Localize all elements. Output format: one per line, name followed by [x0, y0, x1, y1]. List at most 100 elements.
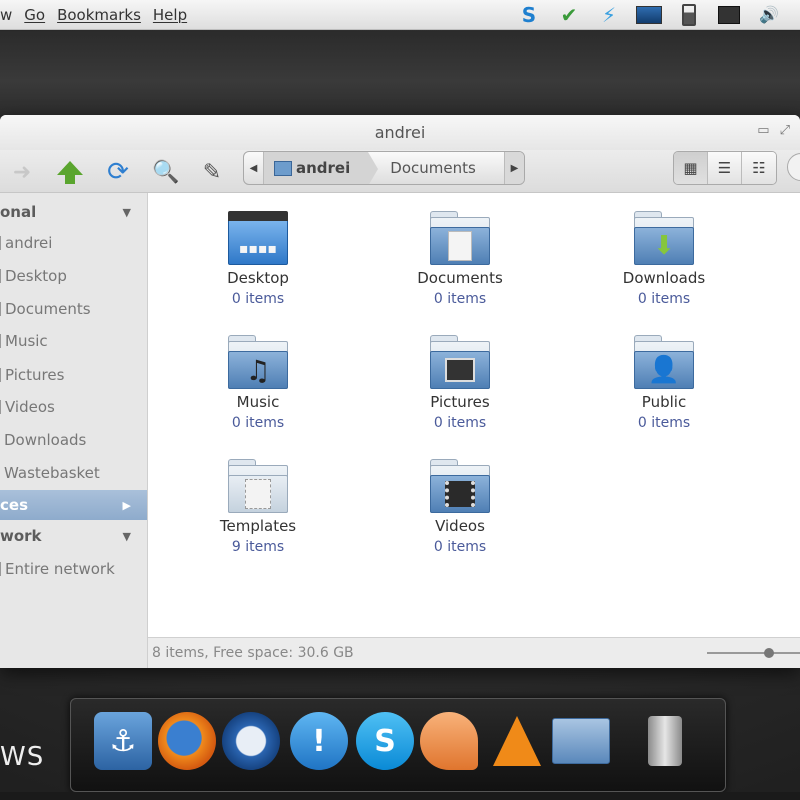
- monitor-icon[interactable]: [636, 4, 662, 26]
- view-mode-switcher: ▦ ☰ ☷: [673, 151, 777, 185]
- sidebar-item-label: Videos: [5, 398, 55, 416]
- compact-view-button[interactable]: ☰: [708, 152, 742, 184]
- desktop-background: [0, 31, 800, 115]
- location-pathbar: ◀ andrei Documents ▶: [243, 151, 525, 185]
- top-panel: w Go Bookmarks Help S ✔ ⚡ 🔊: [0, 0, 800, 30]
- reload-icon[interactable]: ⟳: [102, 156, 134, 188]
- menu-help[interactable]: Help: [153, 6, 187, 24]
- volume-icon[interactable]: 🔊: [756, 4, 782, 26]
- file-name: Music: [236, 393, 280, 411]
- lightning-icon[interactable]: ⚡: [596, 3, 622, 27]
- sidebar-item-documents[interactable]: Documents: [0, 295, 147, 323]
- dock-label: WS: [0, 742, 45, 772]
- file-count: 0 items: [231, 415, 285, 431]
- path-segment-documents-label: Documents: [390, 159, 476, 177]
- search-icon[interactable]: 🔍: [150, 156, 182, 188]
- collapse-arrow-icon[interactable]: ▼: [123, 206, 131, 219]
- path-segment-home-label: andrei: [296, 159, 351, 177]
- icon-view-button[interactable]: ▦: [674, 152, 708, 184]
- folder-icon[interactable]: [552, 712, 610, 770]
- firefox-icon[interactable]: [158, 712, 216, 770]
- maximize-icon[interactable]: ⤢: [780, 123, 790, 138]
- thunderbird-icon[interactable]: [222, 712, 280, 770]
- path-forward-arrow-icon[interactable]: ▶: [504, 152, 524, 184]
- zoom-slider[interactable]: [707, 648, 800, 658]
- network-icon[interactable]: [716, 4, 742, 26]
- file-manager-window: andrei ▭ ⤢ ➜ ⟳ 🔍 ✎ ◀ andrei Documents ▶ …: [0, 115, 800, 668]
- collapse-arrow-icon[interactable]: ▼: [123, 530, 131, 543]
- path-segment-home[interactable]: andrei: [264, 152, 379, 184]
- sidebar-item-label: Music: [5, 332, 48, 350]
- file-item-music[interactable]: ♫ Music 0 items: [188, 335, 328, 431]
- slice-app-icon[interactable]: [420, 712, 478, 770]
- edit-pencil-icon[interactable]: ✎: [196, 156, 228, 188]
- sidebar-item-desktop[interactable]: Desktop: [0, 262, 147, 290]
- battery-icon[interactable]: [676, 3, 702, 26]
- menu-bar: w Go Bookmarks Help: [0, 6, 199, 24]
- path-back-arrow-icon[interactable]: ◀: [244, 152, 264, 184]
- forward-arrow-icon[interactable]: ➜: [6, 156, 38, 188]
- anchor-app-icon[interactable]: ⚓: [94, 712, 152, 770]
- sidebar-item-entire-network[interactable]: Entire network: [0, 555, 147, 583]
- menu-bookmarks[interactable]: Bookmarks: [57, 6, 141, 24]
- sidebar-section-personal-label: onal: [0, 203, 37, 221]
- expand-arrow-icon[interactable]: ▶: [123, 499, 131, 512]
- file-item-public[interactable]: 👤 Public 0 items: [594, 335, 734, 431]
- sidebar-item-videos[interactable]: Videos: [0, 393, 147, 421]
- skype-icon[interactable]: S: [356, 712, 414, 770]
- sidebar-item-label: Entire network: [5, 560, 115, 578]
- window-controls: ▭ ⤢: [757, 123, 790, 138]
- videos-folder-icon: [430, 459, 490, 513]
- sidebar-item-pictures[interactable]: Pictures: [0, 361, 147, 389]
- public-folder-icon: 👤: [634, 335, 694, 389]
- sidebar-item-label: Pictures: [5, 366, 65, 384]
- desktop-folder-icon: ▪▪▪▪: [228, 211, 288, 265]
- menu-view[interactable]: w: [0, 6, 12, 24]
- file-name: Downloads: [622, 269, 706, 287]
- shield-icon[interactable]: ✔: [556, 3, 582, 27]
- vlc-icon[interactable]: [488, 712, 546, 770]
- zoom-slider-handle[interactable]: [764, 648, 774, 658]
- file-item-pictures[interactable]: Pictures 0 items: [390, 335, 530, 431]
- home-folder-icon: [274, 160, 292, 176]
- system-tray: S ✔ ⚡ 🔊: [516, 3, 800, 27]
- file-view[interactable]: ▪▪▪▪ Desktop 0 items Documents 0 items ⬇…: [148, 193, 800, 637]
- window-titlebar[interactable]: andrei ▭ ⤢: [0, 115, 800, 150]
- sidebar-item-label: Wastebasket: [4, 464, 100, 482]
- file-item-downloads[interactable]: ⬇ Downloads 0 items: [594, 211, 734, 307]
- status-text: 8 items, Free space: 30.6 GB: [152, 645, 354, 661]
- sidebar-section-network-label: work: [0, 527, 42, 545]
- file-item-videos[interactable]: Videos 0 items: [390, 459, 530, 555]
- sidebar-section-personal[interactable]: onal ▼: [0, 197, 147, 227]
- list-view-button[interactable]: ☷: [742, 152, 776, 184]
- sidebar-item-label: Documents: [5, 300, 91, 318]
- sidebar-item-music[interactable]: Music: [0, 327, 147, 355]
- documents-folder-icon: [430, 211, 490, 265]
- file-name: Videos: [435, 517, 485, 535]
- screen-bottom-edge: [0, 792, 800, 800]
- sidebar-item-wastebasket[interactable]: Wastebasket: [0, 459, 147, 487]
- file-count: 0 items: [637, 415, 691, 431]
- templates-folder-icon: [228, 459, 288, 513]
- file-item-documents[interactable]: Documents 0 items: [390, 211, 530, 307]
- sidebar-section-network[interactable]: work ▼: [0, 521, 147, 551]
- file-count: 0 items: [231, 291, 285, 307]
- skype-status-icon[interactable]: S: [516, 3, 542, 27]
- sidebar-item-label: andrei: [5, 234, 53, 252]
- menu-go[interactable]: Go: [24, 6, 45, 24]
- window-title: andrei: [374, 123, 426, 142]
- minimize-icon[interactable]: ▭: [757, 123, 769, 138]
- file-item-desktop[interactable]: ▪▪▪▪ Desktop 0 items: [188, 211, 328, 307]
- status-bar: 8 items, Free space: 30.6 GB: [148, 637, 800, 668]
- path-segment-documents[interactable]: Documents: [368, 152, 504, 184]
- file-item-templates[interactable]: Templates 9 items: [188, 459, 328, 555]
- file-name: Documents: [417, 269, 503, 287]
- downloads-folder-icon: ⬇: [634, 211, 694, 265]
- sidebar-item-downloads[interactable]: Downloads: [0, 426, 147, 454]
- chat-icon[interactable]: !: [290, 712, 348, 770]
- file-name: Public: [641, 393, 687, 411]
- trash-icon[interactable]: [636, 712, 694, 770]
- sidebar-item-andrei[interactable]: andrei: [0, 229, 147, 257]
- up-arrow-icon[interactable]: [54, 156, 86, 188]
- sidebar-section-places[interactable]: ces ▶: [0, 490, 147, 520]
